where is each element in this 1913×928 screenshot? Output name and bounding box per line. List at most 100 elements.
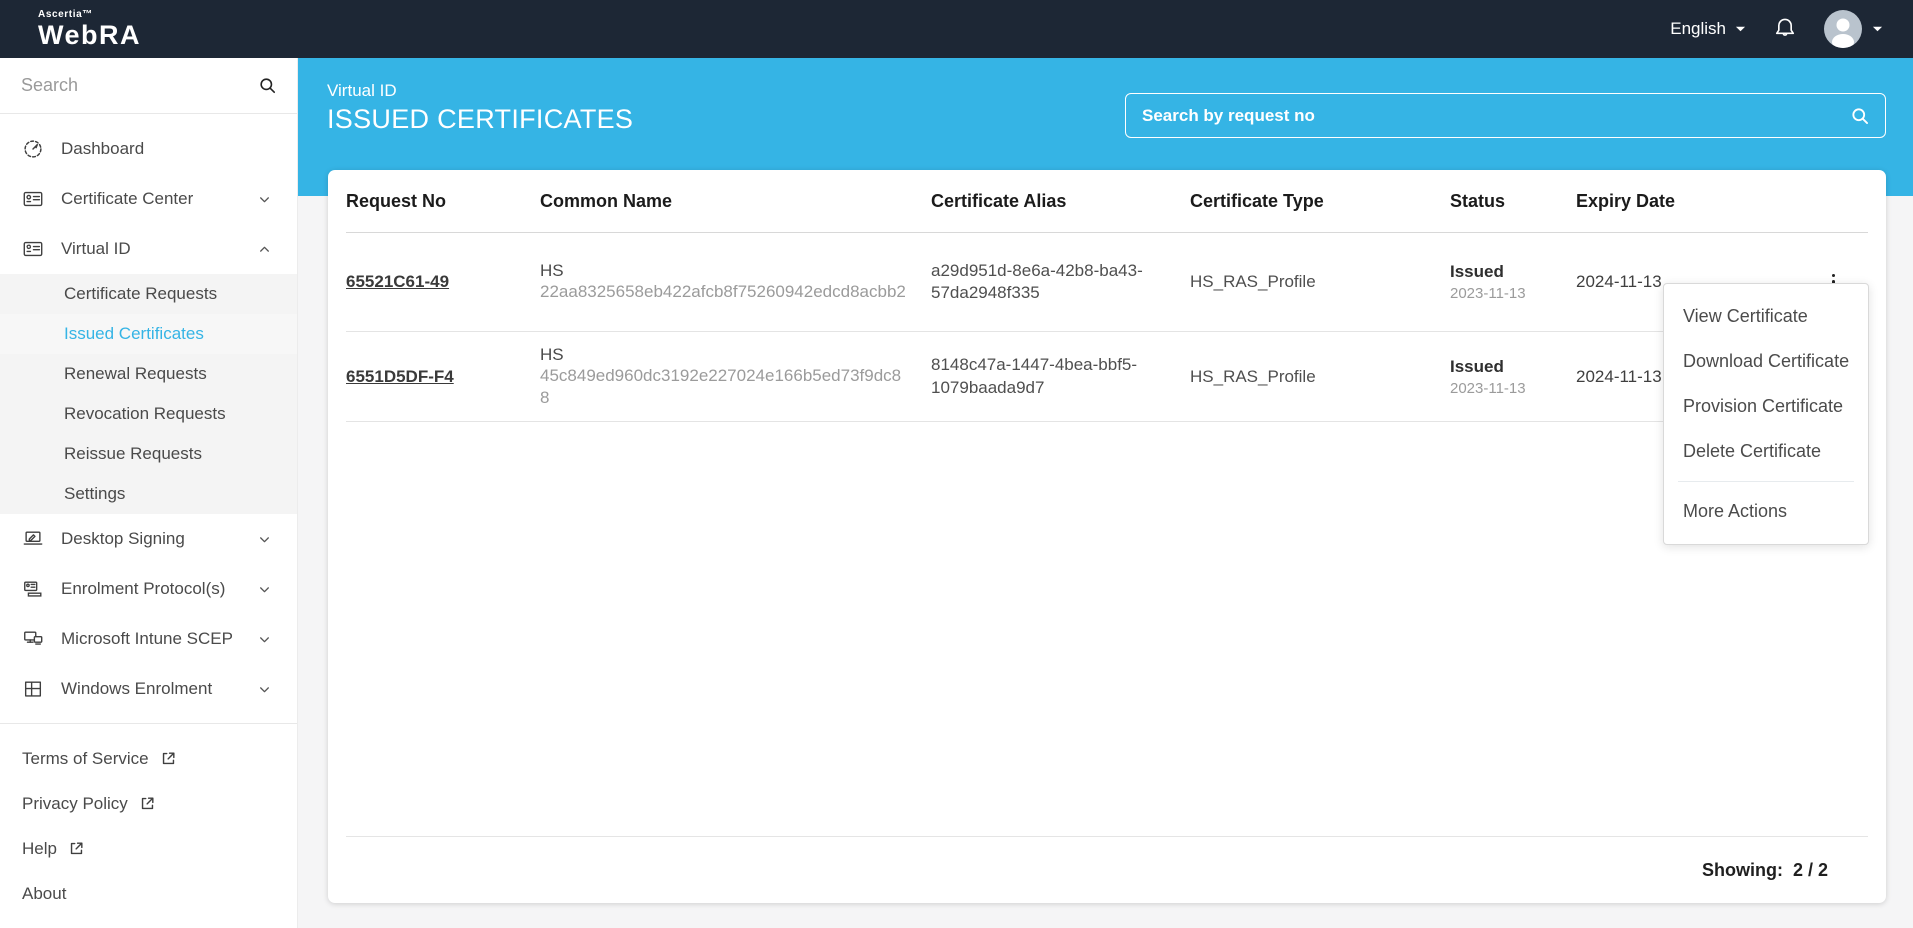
status-badge: Issued: [1450, 262, 1504, 281]
menu-item-download-certificate[interactable]: Download Certificate: [1664, 339, 1868, 384]
link-privacy-policy[interactable]: Privacy Policy: [0, 781, 297, 826]
certificate-alias-value: 8148c47a-1447-4bea-bbf5-1079baada9d7: [931, 355, 1138, 397]
sidebar-item-revocation-requests[interactable]: Revocation Requests: [0, 394, 297, 434]
table-row: 65521C61-49 HS 22aa8325658eb422afcb8f752…: [346, 233, 1868, 332]
virtual-id-submenu: Certificate Requests Issued Certificates…: [0, 274, 297, 514]
sidebar-item-windows-enrolment[interactable]: Windows Enrolment: [0, 664, 297, 714]
menu-item-more-actions[interactable]: More Actions: [1664, 489, 1868, 534]
brand-ascertia: Ascertia™: [38, 8, 93, 20]
certificate-type-value: HS_RAS_Profile: [1190, 366, 1316, 386]
sidebar-item-enrolment-protocols[interactable]: Enrolment Protocol(s): [0, 564, 297, 614]
sidebar-subitem-label: Settings: [64, 484, 126, 503]
request-search-box: [1125, 93, 1886, 138]
sidebar-item-label: Certificate Center: [61, 189, 194, 208]
menu-item-view-certificate[interactable]: View Certificate: [1664, 294, 1868, 339]
link-label: Terms of Service: [22, 748, 149, 768]
language-label: English: [1670, 19, 1726, 38]
link-label: Privacy Policy: [22, 793, 128, 813]
request-no-link[interactable]: 65521C61-49: [346, 272, 449, 291]
menu-divider: [1678, 481, 1854, 482]
expiry-date-value: 2024-11-13: [1576, 366, 1662, 386]
chevron-down-icon: [1735, 26, 1746, 32]
brand-logo[interactable]: Ascertia™ WebRA: [38, 8, 142, 50]
search-icon[interactable]: [1850, 106, 1870, 126]
status-badge: Issued: [1450, 356, 1504, 376]
column-expiry-date: Expiry Date: [1576, 190, 1676, 211]
sidebar-footer-links: Terms of Service Privacy Policy Help Abo…: [0, 724, 297, 916]
showing-label: Showing:: [1701, 859, 1783, 880]
sidebar-search-input[interactable]: [0, 58, 297, 113]
certificate-type-value: HS_RAS_Profile: [1190, 272, 1316, 291]
common-name-hash: 45c849ed960dc3192e227024e166b5ed73f9dc88: [540, 365, 902, 407]
expiry-date-value: 2024-11-13: [1576, 272, 1662, 291]
user-menu[interactable]: [1824, 10, 1883, 48]
sidebar-subitem-label: Reissue Requests: [64, 444, 202, 463]
link-label: About: [22, 883, 67, 903]
sidebar-item-issued-certificates[interactable]: Issued Certificates: [0, 314, 297, 354]
sidebar-item-label: Desktop Signing: [61, 529, 185, 548]
sidebar-subitem-label: Revocation Requests: [64, 404, 226, 423]
search-icon[interactable]: [258, 76, 277, 95]
bell-icon: [1775, 18, 1795, 36]
breadcrumb: Virtual ID: [327, 81, 397, 100]
request-search-input[interactable]: [1126, 105, 1850, 126]
issued-certificates-card: Request No Common Name Certificate Alias…: [328, 170, 1886, 903]
brand-webra: WebRA: [38, 19, 142, 50]
chevron-down-icon: [1872, 26, 1883, 32]
table-header: Request No Common Name Certificate Alias…: [346, 170, 1868, 233]
common-name-hash: 22aa8325658eb422afcb8f75260942edcd8acbb2: [540, 282, 906, 302]
chevron-up-icon: [260, 246, 269, 252]
column-status: Status: [1450, 190, 1506, 211]
sidebar-item-settings[interactable]: Settings: [0, 474, 297, 514]
intune-devices-icon: [22, 628, 44, 650]
sidebar-item-dashboard[interactable]: Dashboard: [0, 124, 297, 174]
common-name-cell: HS 22aa8325658eb422afcb8f75260942edcd8ac…: [540, 261, 931, 303]
status-date: 2023-11-13: [1450, 285, 1526, 302]
sidebar-item-certificate-requests[interactable]: Certificate Requests: [0, 274, 297, 314]
enrolment-protocols-icon: [22, 578, 44, 600]
sidebar-item-virtual-id[interactable]: Virtual ID: [0, 224, 297, 274]
table-row: 6551D5DF-F4 HS 45c849ed960dc3192e227024e…: [346, 332, 1868, 422]
dashboard-icon: [22, 138, 44, 160]
link-terms-of-service[interactable]: Terms of Service: [0, 736, 297, 781]
desktop-signing-icon: [22, 528, 44, 550]
sidebar-item-reissue-requests[interactable]: Reissue Requests: [0, 434, 297, 474]
sidebar-subitem-label: Renewal Requests: [64, 364, 207, 383]
sidebar-item-certificate-center[interactable]: Certificate Center: [0, 174, 297, 224]
common-name-prefix: HS: [540, 344, 564, 364]
sidebar-item-microsoft-intune-scep[interactable]: Microsoft Intune SCEP: [0, 614, 297, 664]
chevron-down-icon: [260, 686, 269, 692]
sidebar-nav: Dashboard Certificate Center Virtual ID …: [0, 114, 297, 916]
column-request-no: Request No: [346, 190, 447, 211]
language-selector[interactable]: English: [1670, 19, 1746, 39]
column-certificate-type: Certificate Type: [1190, 190, 1324, 211]
sidebar-search: [0, 58, 297, 114]
windows-icon: [22, 678, 44, 700]
sidebar: Dashboard Certificate Center Virtual ID …: [0, 58, 298, 928]
common-name-cell: HS 45c849ed960dc3192e227024e166b5ed73f9d…: [540, 345, 931, 408]
sidebar-subitem-label: Issued Certificates: [64, 324, 204, 343]
sidebar-item-label: Virtual ID: [61, 239, 131, 258]
chevron-down-icon: [260, 196, 269, 202]
sidebar-item-label: Windows Enrolment: [61, 679, 213, 698]
chevron-down-icon: [260, 636, 269, 642]
sidebar-item-renewal-requests[interactable]: Renewal Requests: [0, 354, 297, 394]
notifications-button[interactable]: [1772, 16, 1798, 42]
sidebar-item-label: Dashboard: [61, 139, 145, 158]
sidebar-item-desktop-signing[interactable]: Desktop Signing: [0, 514, 297, 564]
sidebar-item-label: Microsoft Intune SCEP: [61, 629, 233, 648]
menu-item-provision-certificate[interactable]: Provision Certificate: [1664, 384, 1868, 429]
status-cell: Issued 2023-11-13: [1450, 262, 1576, 302]
column-certificate-alias: Certificate Alias: [931, 190, 1067, 211]
external-link-icon: [162, 752, 175, 765]
common-name-prefix: HS: [540, 261, 564, 281]
request-no-link[interactable]: 6551D5DF-F4: [346, 367, 454, 386]
menu-item-delete-certificate[interactable]: Delete Certificate: [1664, 429, 1868, 474]
showing-count: 2 / 2: [1792, 859, 1828, 880]
link-label: Help: [22, 838, 57, 858]
link-about[interactable]: About: [0, 871, 297, 916]
virtual-id-card-icon: [22, 238, 44, 260]
chevron-down-icon: [260, 586, 269, 592]
row-actions-menu: View Certificate Download Certificate Pr…: [1663, 283, 1869, 545]
link-help[interactable]: Help: [0, 826, 297, 871]
